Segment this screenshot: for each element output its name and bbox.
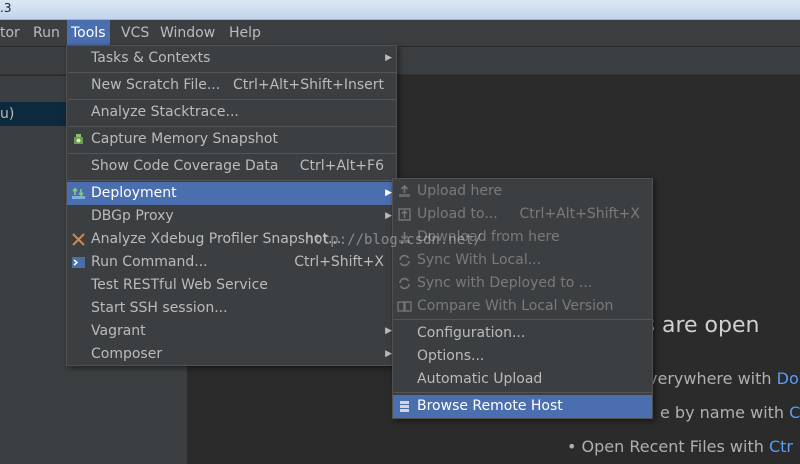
window-title-bar: .3: [0, 0, 800, 20]
menu-item-compare-with-local[interactable]: Compare With Local Version: [393, 295, 652, 318]
item-label: DBGp Proxy: [91, 208, 174, 224]
menu-item-start-ssh[interactable]: Start SSH session...: [67, 297, 396, 320]
item-shortcut: Ctrl+Alt+Shift+X: [519, 206, 640, 222]
menu-separator: [68, 72, 397, 73]
item-label: Upload here: [417, 183, 503, 199]
deployment-submenu: Upload here Upload to... Ctrl+Alt+Shift+…: [392, 178, 653, 419]
item-label: Deployment: [91, 185, 177, 201]
menu-item-deployment[interactable]: Deployment ▶: [67, 182, 396, 205]
item-label: Show Code Coverage Data: [91, 158, 279, 174]
menu-separator: [394, 319, 653, 320]
item-label: Analyze Xdebug Profiler Snapshot...: [91, 231, 342, 247]
menu-item-test-restful[interactable]: Test RESTful Web Service: [67, 274, 396, 297]
window-title: .3: [0, 1, 12, 15]
item-shortcut: Ctrl+Shift+X: [294, 254, 384, 270]
item-label: Options...: [417, 348, 485, 364]
item-label: Upload to...: [417, 206, 498, 222]
menu-item-dbgp-proxy[interactable]: DBGp Proxy ▶: [67, 205, 396, 228]
item-label: Start SSH session...: [91, 300, 228, 316]
item-label: Configuration...: [417, 325, 526, 341]
menu-separator: [68, 126, 397, 127]
menu-run[interactable]: Run: [29, 20, 64, 47]
menu-item-composer[interactable]: Composer ▶: [67, 343, 396, 366]
welcome-hint-recent: • Open Recent Files with Ctr: [567, 437, 793, 456]
menu-item-run-command[interactable]: Run Command... Ctrl+Shift+X: [67, 251, 396, 274]
hint-shortcut: C: [789, 403, 800, 422]
welcome-hint-open-file: e by name with C: [660, 403, 800, 422]
menu-item-automatic-upload[interactable]: Automatic Upload: [393, 368, 652, 391]
menu-item-analyze-stacktrace[interactable]: Analyze Stacktrace...: [67, 101, 396, 124]
menu-item-sync-with-local[interactable]: Sync With Local...: [393, 249, 652, 272]
submenu-arrow-icon: ▶: [385, 211, 392, 221]
item-label: Sync with Deployed to ...: [417, 275, 593, 291]
menu-item-new-scratch-file[interactable]: New Scratch File... Ctrl+Alt+Shift+Inser…: [67, 74, 396, 97]
item-label: Browse Remote Host: [417, 398, 563, 414]
hint-text: • Open Recent Files with: [567, 437, 769, 456]
upload-to-icon: [398, 208, 411, 221]
menu-editor[interactable]: tor: [0, 20, 24, 47]
item-label: Compare With Local Version: [417, 298, 614, 314]
hint-shortcut: Do: [776, 369, 799, 388]
menu-item-capture-memory-snapshot[interactable]: Capture Memory Snapshot: [67, 128, 396, 151]
watermark-text: http://blog.csdn.net/: [305, 232, 483, 248]
sync-icon: [399, 254, 410, 267]
deployment-icon: [72, 187, 85, 199]
menu-item-configuration[interactable]: Configuration...: [393, 322, 652, 345]
menu-item-options[interactable]: Options...: [393, 345, 652, 368]
memory-snapshot-icon: [74, 134, 83, 144]
menu-separator: [68, 99, 397, 100]
menu-window[interactable]: Window: [156, 20, 219, 47]
item-label: Test RESTful Web Service: [91, 277, 268, 293]
menu-bar: tor Run Tools VCS Window Help: [0, 20, 800, 47]
menu-help[interactable]: Help: [225, 20, 265, 47]
menu-tools[interactable]: Tools: [67, 20, 110, 47]
item-label: Analyze Stacktrace...: [91, 104, 239, 120]
welcome-hint-search: verywhere with Do: [648, 369, 799, 388]
compare-icon: [397, 301, 412, 312]
item-label: Automatic Upload: [417, 371, 543, 387]
menu-item-vagrant[interactable]: Vagrant ▶: [67, 320, 396, 343]
submenu-arrow-icon: ▶: [385, 53, 392, 63]
xdebug-icon: [72, 233, 85, 246]
menu-item-upload-here[interactable]: Upload here: [393, 180, 652, 203]
remote-host-icon: [400, 401, 409, 412]
menu-item-upload-to[interactable]: Upload to... Ctrl+Alt+Shift+X: [393, 203, 652, 226]
item-label: Sync With Local...: [417, 252, 542, 268]
hint-text: e by name with: [660, 403, 790, 422]
terminal-icon: [72, 257, 85, 268]
item-label: Capture Memory Snapshot: [91, 131, 278, 147]
hint-text: verywhere with: [648, 369, 777, 388]
item-label: New Scratch File...: [91, 77, 221, 93]
item-label: Run Command...: [91, 254, 208, 270]
menu-item-show-code-coverage[interactable]: Show Code Coverage Data Ctrl+Alt+F6: [67, 155, 396, 178]
tools-menu: Tasks & Contexts ▶ New Scratch File... C…: [66, 45, 397, 366]
upload-icon: [399, 184, 410, 197]
menu-vcs[interactable]: VCS: [117, 20, 153, 47]
menu-item-browse-remote-host[interactable]: Browse Remote Host: [393, 395, 652, 418]
menu-separator: [68, 153, 397, 154]
submenu-arrow-icon: ▶: [385, 349, 392, 359]
item-shortcut: Ctrl+Alt+Shift+Insert: [232, 77, 384, 93]
sync-deployed-icon: [399, 277, 410, 290]
menu-separator: [394, 392, 653, 393]
submenu-arrow-icon: ▶: [385, 326, 392, 336]
menu-item-sync-with-deployed[interactable]: Sync with Deployed to ...: [393, 272, 652, 295]
item-label: Vagrant: [91, 323, 146, 339]
menu-separator: [68, 180, 397, 181]
item-label: Tasks & Contexts: [91, 50, 211, 66]
item-label: Composer: [91, 346, 163, 362]
menu-item-tasks-contexts[interactable]: Tasks & Contexts ▶: [67, 47, 396, 70]
submenu-arrow-icon: ▶: [385, 188, 392, 198]
item-shortcut: Ctrl+Alt+F6: [299, 158, 384, 174]
hint-shortcut: Ctr: [768, 437, 793, 456]
